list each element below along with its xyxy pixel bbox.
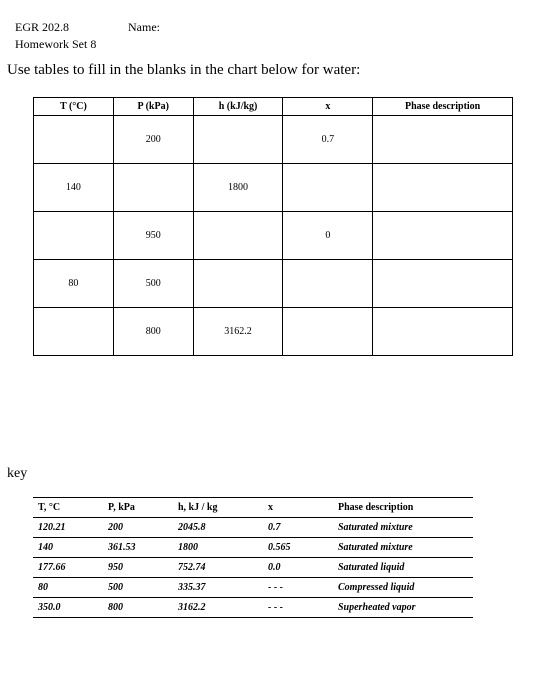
key-col-phase: Phase description [333, 498, 473, 518]
cell [34, 308, 114, 356]
cell [283, 260, 373, 308]
cell [373, 260, 513, 308]
blank-table: T (°C) P (kPa) h (kJ/kg) x Phase descrip… [33, 97, 513, 356]
cell: 80 [33, 578, 103, 598]
cell: 800 [103, 598, 173, 618]
col-header-P: P (kPa) [113, 98, 193, 116]
cell: Compressed liquid [333, 578, 473, 598]
table-row: 80 500 335.37 - - - Compressed liquid [33, 578, 473, 598]
cell: Saturated mixture [333, 538, 473, 558]
col-header-phase: Phase description [373, 98, 513, 116]
cell [373, 212, 513, 260]
cell: Superheated vapor [333, 598, 473, 618]
cell [373, 116, 513, 164]
key-table-header-row: T, °C P, kPa h, kJ / kg x Phase descript… [33, 498, 473, 518]
table-row: 140 1800 [34, 164, 513, 212]
cell: 950 [113, 212, 193, 260]
key-col-T: T, °C [33, 498, 103, 518]
cell: 140 [33, 538, 103, 558]
cell [193, 212, 283, 260]
cell [193, 116, 283, 164]
cell: 361.53 [103, 538, 173, 558]
key-col-h: h, kJ / kg [173, 498, 263, 518]
cell [283, 164, 373, 212]
cell: Saturated mixture [333, 518, 473, 538]
cell: 200 [103, 518, 173, 538]
cell: 3162.2 [173, 598, 263, 618]
cell: 350.0 [33, 598, 103, 618]
cell [373, 308, 513, 356]
cell: 500 [113, 260, 193, 308]
col-header-T: T (°C) [34, 98, 114, 116]
col-header-h: h (kJ/kg) [193, 98, 283, 116]
blank-table-header-row: T (°C) P (kPa) h (kJ/kg) x Phase descrip… [34, 98, 513, 116]
cell: 0 [283, 212, 373, 260]
cell: 80 [34, 260, 114, 308]
col-header-x: x [283, 98, 373, 116]
table-row: 800 3162.2 [34, 308, 513, 356]
cell [373, 164, 513, 212]
cell: 120.21 [33, 518, 103, 538]
cell: - - - [263, 578, 333, 598]
cell: 3162.2 [193, 308, 283, 356]
cell: 2045.8 [173, 518, 263, 538]
table-row: 80 500 [34, 260, 513, 308]
cell [113, 164, 193, 212]
cell: 1800 [173, 538, 263, 558]
cell: 140 [34, 164, 114, 212]
cell: 335.37 [173, 578, 263, 598]
cell: 1800 [193, 164, 283, 212]
cell: 0.0 [263, 558, 333, 578]
cell [283, 308, 373, 356]
table-row: 140 361.53 1800 0.565 Saturated mixture [33, 538, 473, 558]
name-label: Name: [128, 20, 160, 34]
key-col-P: P, kPa [103, 498, 173, 518]
cell [193, 260, 283, 308]
header-line-1: EGR 202.8 Name: [15, 20, 534, 35]
key-table: T, °C P, kPa h, kJ / kg x Phase descript… [33, 497, 473, 618]
key-col-x: x [263, 498, 333, 518]
key-label: key [7, 466, 534, 482]
table-row: 950 0 [34, 212, 513, 260]
course-code: EGR 202.8 [15, 20, 125, 35]
cell: 0.565 [263, 538, 333, 558]
cell: 200 [113, 116, 193, 164]
cell [34, 212, 114, 260]
table-row: 120.21 200 2045.8 0.7 Saturated mixture [33, 518, 473, 538]
cell: - - - [263, 598, 333, 618]
cell: 752.74 [173, 558, 263, 578]
table-row: 350.0 800 3162.2 - - - Superheated vapor [33, 598, 473, 618]
instruction-text: Use tables to fill in the blanks in the … [7, 62, 534, 79]
cell: 500 [103, 578, 173, 598]
header-line-2: Homework Set 8 [15, 37, 534, 52]
cell: 0.7 [263, 518, 333, 538]
table-row: 177.66 950 752.74 0.0 Saturated liquid [33, 558, 473, 578]
cell: Saturated liquid [333, 558, 473, 578]
cell: 800 [113, 308, 193, 356]
cell [34, 116, 114, 164]
table-row: 200 0.7 [34, 116, 513, 164]
cell: 177.66 [33, 558, 103, 578]
cell: 0.7 [283, 116, 373, 164]
cell: 950 [103, 558, 173, 578]
